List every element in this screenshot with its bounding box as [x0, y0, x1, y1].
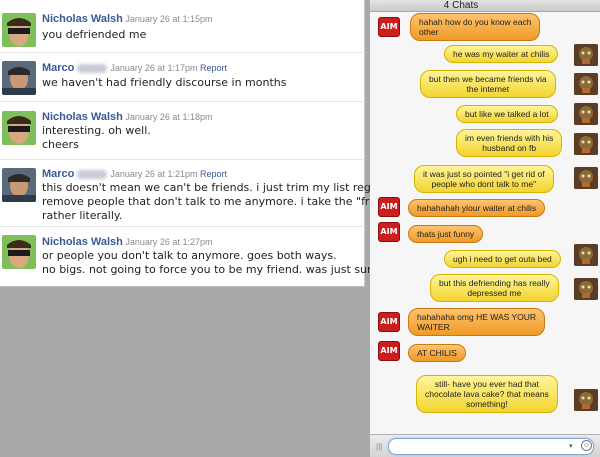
user-buddy-icon [574, 167, 598, 189]
message-timestamp: January 26 at 1:27pm [125, 237, 213, 247]
user-buddy-icon [574, 278, 598, 300]
nicholas-avatar[interactable] [2, 13, 36, 47]
user-buddy-icon [574, 133, 598, 155]
user-buddy-icon [574, 244, 598, 266]
chat-bubble-outgoing: but this defriending has really depressed… [430, 274, 559, 302]
aim-buddy-icon: AIM [378, 222, 400, 242]
chat-bubble-incoming: hahahahah yiour waiter at chilis [408, 199, 546, 217]
chat-bubble-outgoing: but like we talked a lot [456, 105, 558, 123]
message-author-link[interactable]: Marco [42, 62, 74, 74]
message-divider [0, 226, 365, 227]
aim-buddy-icon: AIM [378, 312, 400, 332]
message-text: you defriended me [42, 28, 147, 41]
message-author-link[interactable]: Nicholas Walsh [42, 111, 123, 123]
message-text: remove people that don't talk to me anym… [42, 195, 431, 208]
chat-bubble-outgoing: he was my waiter at chilis [444, 45, 559, 63]
message-divider [0, 52, 365, 53]
redacted-name [77, 64, 108, 74]
user-buddy-icon [574, 44, 598, 66]
chat-bubble-outgoing: im even friends with his husband on fb [456, 129, 563, 157]
nicholas-avatar[interactable] [2, 235, 36, 269]
message-text: no bigs. not going to force you to be my… [42, 263, 410, 276]
message-text: this doesn't mean we can't be friends. i… [42, 181, 426, 194]
user-buddy-icon [574, 389, 598, 411]
message-text: rather literally. [42, 209, 123, 222]
facebook-message-thread: Nicholas Walsh January 26 at 1:15pm you … [0, 0, 431, 287]
chat-window: 4 Chats AIM hahah how do you know each ot… [370, 0, 600, 457]
chat-bubble-incoming: thats just funny [408, 225, 484, 243]
chat-message-input[interactable] [388, 438, 594, 455]
report-link[interactable]: Report [200, 169, 227, 179]
report-link[interactable]: Report [200, 63, 227, 73]
nicholas-avatar[interactable] [2, 111, 36, 145]
message-divider [0, 101, 365, 102]
redacted-name [77, 170, 108, 180]
chat-bubble-outgoing: ugh i need to get outa bed [444, 250, 561, 268]
marco-avatar[interactable] [2, 61, 36, 95]
aim-buddy-icon: AIM [378, 197, 400, 217]
user-buddy-icon [574, 103, 598, 125]
message-text: cheers [42, 138, 79, 151]
chat-tabs-header[interactable]: 4 Chats [370, 0, 600, 12]
message-author-link[interactable]: Nicholas Walsh [42, 236, 123, 248]
message-divider [0, 159, 365, 160]
message-timestamp: January 26 at 1:17pm [110, 63, 198, 73]
aim-buddy-icon: AIM [378, 17, 400, 37]
chat-bubble-outgoing: still- have you ever had that chocolate l… [416, 375, 558, 413]
message-text: we haven't had friendly discourse in mon… [42, 76, 287, 89]
message-timestamp: January 26 at 1:15pm [125, 14, 213, 24]
message-author-link[interactable]: Nicholas Walsh [42, 13, 123, 25]
chat-bubble-incoming: hahah how do you know each other [410, 13, 541, 41]
chat-bubble-outgoing: but then we became friends via the intern… [420, 70, 556, 98]
message-text: interesting. oh well. [42, 124, 151, 137]
chat-bubble-outgoing: it was just so pointed "i get rid of peop… [414, 165, 554, 193]
marco-avatar[interactable] [2, 168, 36, 202]
message-timestamp: January 26 at 1:18pm [125, 112, 213, 122]
chat-bubble-incoming: hahahaha omg HE WAS YOUR WAITER [408, 308, 546, 336]
message-author-link[interactable]: Marco [42, 168, 74, 180]
aim-buddy-icon: AIM [378, 341, 400, 361]
smiley-icon[interactable]: ☺ [581, 440, 592, 451]
message-text: or people you don't talk to anymore. goe… [42, 249, 337, 262]
message-timestamp: January 26 at 1:21pm [110, 169, 198, 179]
resize-grip-icon[interactable]: ||| [376, 442, 382, 451]
user-buddy-icon [574, 73, 598, 95]
chat-bubble-incoming: AT CHILIS [408, 344, 466, 362]
chat-input-bar: ||| ▾ ☺ [370, 434, 600, 457]
